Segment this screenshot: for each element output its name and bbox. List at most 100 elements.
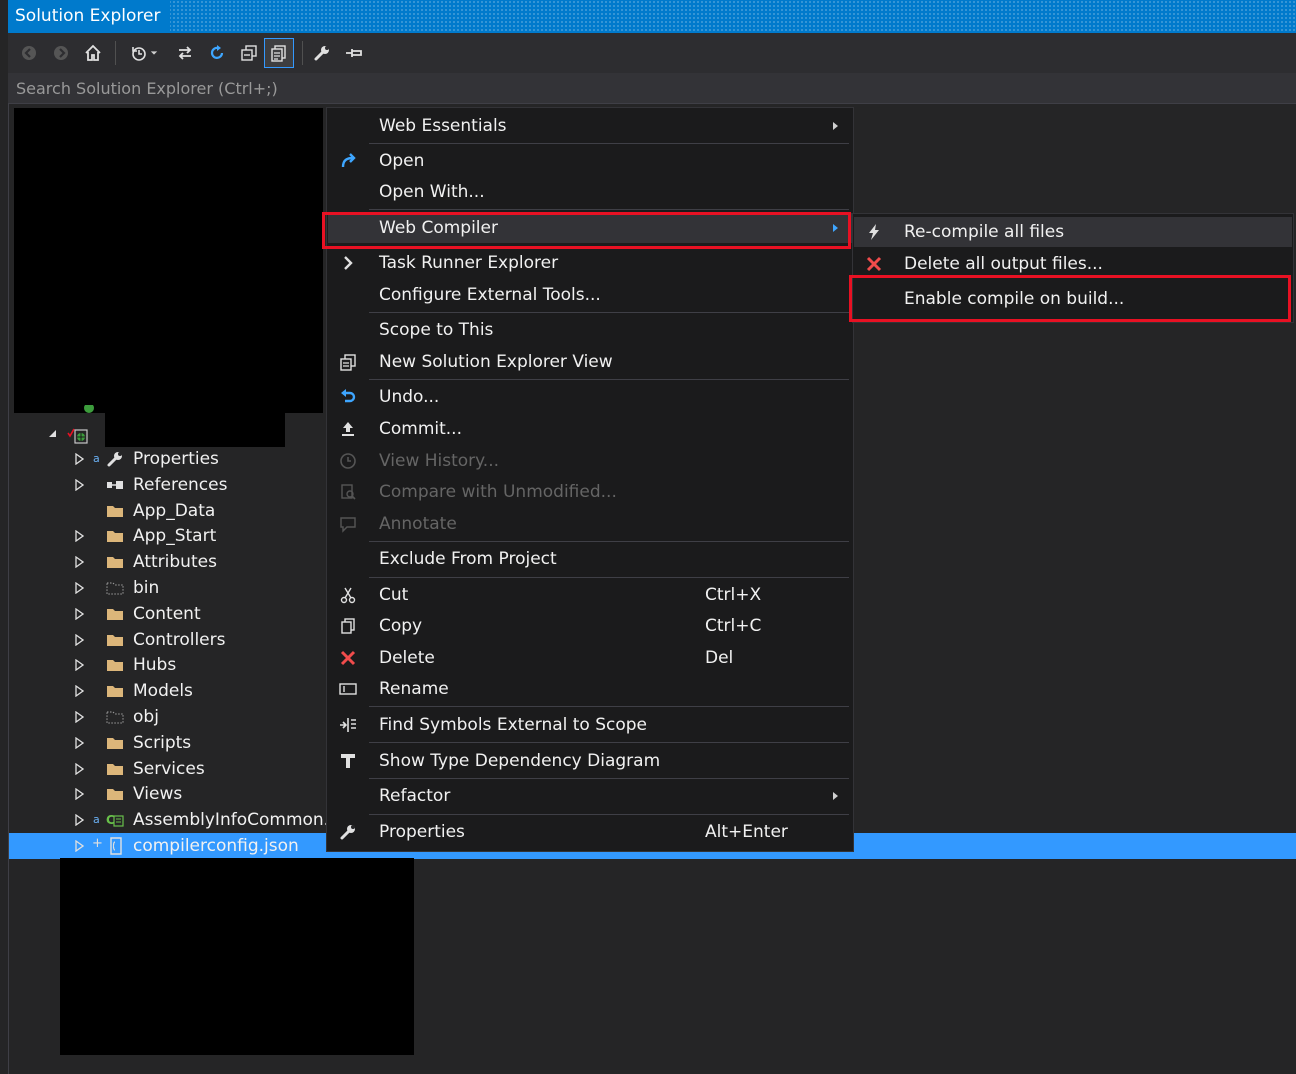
menu-item-label: Rename xyxy=(379,679,449,699)
title-bar: Solution Explorer xyxy=(8,0,1296,33)
menu-item-copy[interactable]: Copy Ctrl+C xyxy=(328,611,852,641)
folder-icon xyxy=(105,733,125,753)
folder-icon xyxy=(105,552,125,572)
tree-item-label: Services xyxy=(133,758,205,779)
delete-icon xyxy=(336,646,360,670)
expand-arrow-icon[interactable] xyxy=(73,685,85,698)
menu-item-label: Find Symbols External to Scope xyxy=(379,715,648,735)
commit-icon xyxy=(336,417,360,441)
lightning-icon xyxy=(862,220,886,244)
expand-arrow-icon[interactable] xyxy=(73,762,85,775)
menu-item-view-history: View History... xyxy=(328,446,852,476)
expand-arrow-icon[interactable] xyxy=(73,453,85,465)
menu-item-label: Scope to This xyxy=(379,320,494,340)
menu-item-compare-with-unmodified: Compare with Unmodified... xyxy=(328,477,852,507)
menu-item-web-essentials[interactable]: Web Essentials xyxy=(328,111,852,141)
menu-item-open-with[interactable]: Open With... xyxy=(328,177,852,207)
menu-item-label: Exclude From Project xyxy=(379,549,557,569)
menu-item-shortcut: Alt+Enter xyxy=(705,822,788,842)
menu-item-show-type-dependency-diagram[interactable]: Show Type Dependency Diagram xyxy=(328,746,852,776)
home-icon[interactable] xyxy=(78,38,108,68)
menu-item-properties[interactable]: Properties Alt+Enter xyxy=(328,817,852,847)
menu-item-task-runner-explorer[interactable]: Task Runner Explorer xyxy=(328,248,852,278)
forward-icon[interactable] xyxy=(46,38,76,68)
tree-item-label: Models xyxy=(133,681,193,702)
menu-item-configure-external-tools[interactable]: Configure External Tools... xyxy=(328,280,852,310)
tree-item-label: Attributes xyxy=(133,552,217,573)
properties-icon[interactable] xyxy=(307,38,337,68)
menu-item-delete[interactable]: Delete Del xyxy=(328,643,852,673)
menu-item-new-solution-explorer-view[interactable]: New Solution Explorer View xyxy=(328,347,852,377)
redacted-area xyxy=(105,413,285,447)
lock-icon: a xyxy=(93,452,100,465)
menu-item-label: Annotate xyxy=(379,514,457,534)
tree-item-label: Scripts xyxy=(133,732,192,753)
menu-item-label: Commit... xyxy=(379,419,462,439)
show-all-files-icon[interactable] xyxy=(264,38,294,68)
expand-arrow-icon[interactable] xyxy=(73,814,85,827)
expand-arrow-icon[interactable] xyxy=(73,530,85,543)
expand-arrow-icon[interactable] xyxy=(73,736,85,749)
expand-arrow-icon[interactable] xyxy=(73,633,85,646)
refresh-icon[interactable] xyxy=(202,38,232,68)
menu-item-open[interactable]: Open xyxy=(328,146,852,176)
menu-separator xyxy=(369,742,849,743)
new-view-icon xyxy=(336,350,360,374)
expand-arrow-icon[interactable] xyxy=(73,607,85,620)
project-node[interactable] xyxy=(44,424,106,446)
menu-separator xyxy=(369,577,849,578)
menu-item-shortcut: Ctrl+C xyxy=(705,616,762,636)
menu-item-label: Compare with Unmodified... xyxy=(379,482,617,502)
toolbar xyxy=(8,33,1296,73)
menu-item-scope-to-this[interactable]: Scope to This xyxy=(328,315,852,345)
expand-arrow-icon[interactable] xyxy=(73,659,85,672)
submenu-arrow-icon xyxy=(833,792,838,800)
menu-item-label: Open xyxy=(379,151,425,171)
expand-arrow-icon[interactable] xyxy=(73,582,85,594)
menu-item-refactor[interactable]: Refactor xyxy=(328,781,852,811)
partial-tree-row xyxy=(70,1045,240,1065)
menu-separator xyxy=(369,143,849,144)
submenu-arrow-icon xyxy=(833,122,838,130)
folder-icon xyxy=(105,526,125,546)
submenu-item-label: Delete all output files... xyxy=(904,254,1103,274)
highlight-box-web-compiler xyxy=(322,212,851,249)
expand-arrow-icon[interactable] xyxy=(73,840,85,852)
menu-item-label: Refactor xyxy=(379,786,451,806)
menu-item-find-symbols-external-to-scope[interactable]: Find Symbols External to Scope xyxy=(328,710,852,740)
expand-arrow-icon[interactable] xyxy=(73,478,85,491)
expand-arrow-icon[interactable] xyxy=(73,711,85,723)
search-box[interactable] xyxy=(8,73,1296,104)
back-icon[interactable] xyxy=(14,38,44,68)
pin-icon[interactable] xyxy=(339,38,369,68)
submenu-item-re-compile-all-files[interactable]: Re-compile all files xyxy=(854,217,1292,247)
web-project-icon xyxy=(67,428,88,444)
folder-icon xyxy=(105,759,125,779)
wrench-icon xyxy=(336,820,360,844)
menu-item-label: Open With... xyxy=(379,182,485,202)
cut-icon xyxy=(336,583,360,607)
tree-item-label: compilerconfig.json xyxy=(133,836,299,856)
menu-item-exclude-from-project[interactable]: Exclude From Project xyxy=(328,544,852,574)
copy-icon xyxy=(336,614,360,638)
menu-separator xyxy=(369,706,849,707)
redacted-area xyxy=(60,858,414,1055)
search-input[interactable] xyxy=(8,73,1296,103)
tree-item-label: Controllers xyxy=(133,629,226,650)
wrench-icon xyxy=(105,449,125,469)
menu-item-undo[interactable]: Undo... xyxy=(328,382,852,412)
expand-arrow-icon[interactable] xyxy=(73,788,85,801)
menu-item-label: Copy xyxy=(379,616,423,636)
sync-icon[interactable] xyxy=(170,38,200,68)
expand-arrow-icon[interactable] xyxy=(73,556,85,569)
chevron-down-icon[interactable] xyxy=(146,38,162,68)
menu-separator xyxy=(369,209,849,210)
menu-item-rename[interactable]: Rename xyxy=(328,674,852,704)
menu-item-cut[interactable]: Cut Ctrl+X xyxy=(328,580,852,610)
history-icon xyxy=(336,449,360,473)
collapse-all-icon[interactable] xyxy=(234,38,264,68)
added-icon: + xyxy=(92,836,103,851)
undo-icon xyxy=(336,385,360,409)
menu-item-shortcut: Del xyxy=(705,648,734,668)
menu-item-commit[interactable]: Commit... xyxy=(328,414,852,444)
